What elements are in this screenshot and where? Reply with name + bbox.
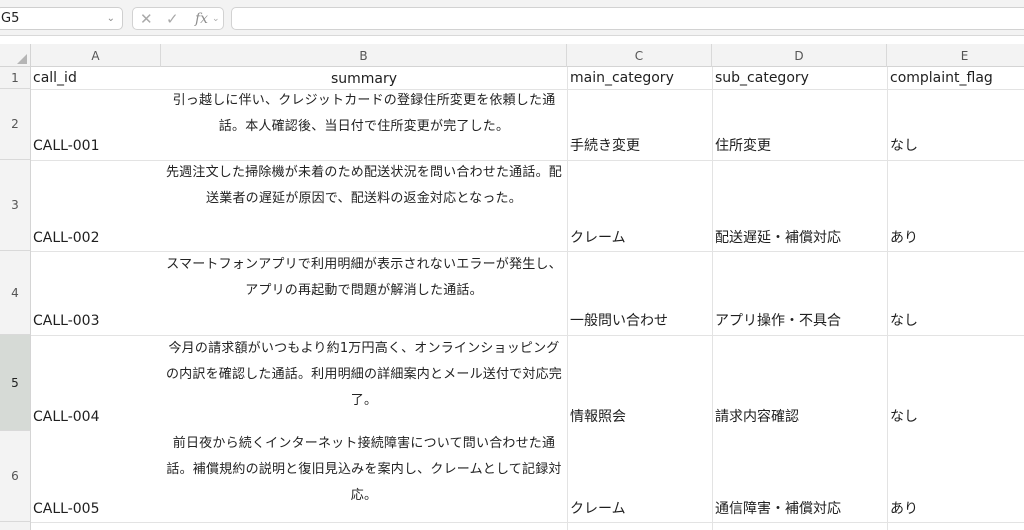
function-icon[interactable]: fx: [195, 9, 208, 29]
column-header-e[interactable]: E: [887, 44, 1024, 67]
select-all-corner[interactable]: [0, 44, 31, 67]
check-icon[interactable]: ✓: [166, 9, 179, 29]
cell-call-id[interactable]: CALL-005: [33, 498, 99, 521]
column-header-d[interactable]: D: [712, 44, 887, 67]
formula-input[interactable]: [231, 7, 1024, 30]
column-header-c[interactable]: C: [567, 44, 712, 67]
cell-sub-category[interactable]: 住所変更: [715, 135, 771, 158]
column-divider: [712, 67, 713, 530]
row-header-7[interactable]: [0, 522, 31, 530]
cell-complaint-flag[interactable]: あり: [890, 498, 918, 521]
header-cell-complaint-flag[interactable]: complaint_flag: [890, 67, 993, 90]
row-header-3[interactable]: 3: [0, 160, 31, 251]
cell-main-category[interactable]: 手続き変更: [570, 135, 640, 158]
cell-summary[interactable]: 今月の請求額がいつもより約1万円高く、オンラインショッピングの内訳を確認した通話…: [161, 336, 567, 414]
row-divider: [31, 522, 1024, 523]
cell-sub-category[interactable]: 通信障害・補償対応: [715, 498, 841, 521]
row-header-4[interactable]: 4: [0, 251, 31, 335]
cell-call-id[interactable]: CALL-002: [33, 227, 99, 250]
column-header-row: A B C D E: [0, 44, 1024, 67]
header-cell-sub-category[interactable]: sub_category: [715, 67, 809, 90]
column-divider: [887, 67, 888, 530]
spreadsheet-grid: call_id summary main_category sub_catego…: [31, 67, 1024, 530]
cell-call-id[interactable]: CALL-004: [33, 406, 99, 429]
cell-summary[interactable]: 先週注文した掃除機が未着のため配送状況を問い合わせた通話。配送業者の遅延が原因で…: [161, 160, 567, 212]
cell-summary[interactable]: 前日夜から続くインターネット接続障害について問い合わせた通話。補償規約の説明と復…: [161, 431, 567, 509]
cell-complaint-flag[interactable]: なし: [890, 406, 918, 429]
cell-sub-category[interactable]: 配送遅延・補償対応: [715, 227, 841, 250]
cell-sub-category[interactable]: 請求内容確認: [715, 406, 799, 429]
column-divider: [567, 67, 568, 530]
chevron-down-icon[interactable]: ⌄: [107, 8, 115, 29]
cell-sub-category[interactable]: アプリ操作・不具合: [715, 310, 841, 333]
cell-main-category[interactable]: 一般問い合わせ: [570, 310, 668, 333]
header-cell-call-id[interactable]: call_id: [33, 67, 77, 90]
cell-main-category[interactable]: 情報照会: [570, 406, 626, 429]
column-header-b[interactable]: B: [161, 44, 567, 67]
cell-call-id[interactable]: CALL-001: [33, 135, 99, 158]
formula-bar: G5 ⌄ ✕ ✓ fx ⌄: [0, 0, 1024, 36]
chevron-down-icon[interactable]: ⌄: [212, 9, 220, 29]
header-cell-main-category[interactable]: main_category: [570, 67, 674, 90]
cell-summary[interactable]: 引っ越しに伴い、クレジットカードの登録住所変更を依頼した通話。本人確認後、当日付…: [161, 88, 567, 140]
column-header-a[interactable]: A: [31, 44, 161, 67]
select-all-icon: [17, 54, 27, 64]
cell-reference: G5: [1, 11, 20, 26]
cell-main-category[interactable]: クレーム: [570, 498, 626, 521]
cell-complaint-flag[interactable]: なし: [890, 135, 918, 158]
cell-complaint-flag[interactable]: あり: [890, 227, 918, 250]
name-box[interactable]: G5 ⌄: [0, 7, 123, 30]
row-header-1[interactable]: 1: [0, 67, 31, 89]
row-header-2[interactable]: 2: [0, 89, 31, 160]
close-icon[interactable]: ✕: [140, 9, 153, 29]
row-header-6[interactable]: 6: [0, 431, 31, 522]
cell-main-category[interactable]: クレーム: [570, 227, 626, 250]
formula-controls: ✕ ✓ fx ⌄: [132, 7, 224, 30]
cell-call-id[interactable]: CALL-003: [33, 310, 99, 333]
cell-summary[interactable]: スマートフォンアプリで利用明細が表示されないエラーが発生し、アプリの再起動で問題…: [161, 252, 567, 304]
cell-complaint-flag[interactable]: なし: [890, 310, 918, 333]
row-header-5[interactable]: 5: [0, 335, 31, 431]
